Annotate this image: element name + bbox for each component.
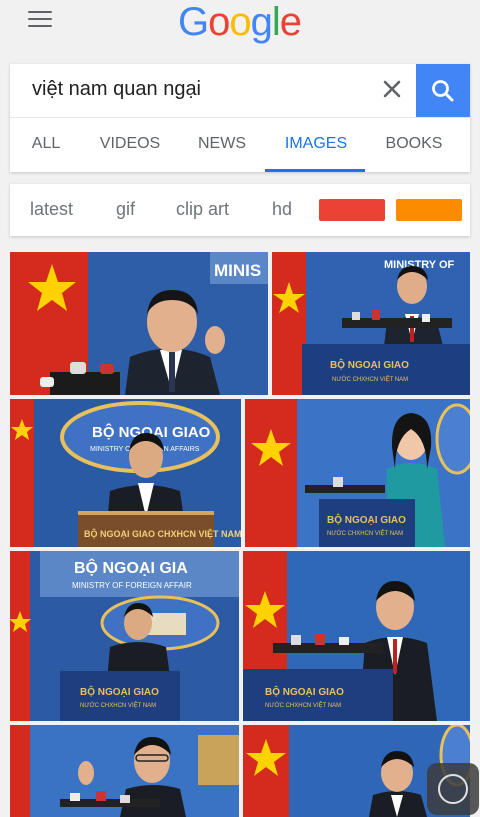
tab-videos[interactable]: VIDEOS	[92, 118, 168, 170]
podium-text: BỘ NGOẠI GIAO CHXHCN VIỆT NAM	[84, 528, 241, 539]
image-result-5[interactable]: BỘ NGOẠI GIA MINISTRY OF FOREIGN AFFAIR …	[10, 551, 239, 721]
google-logo[interactable]: Google	[178, 0, 302, 45]
image-results-grid: MINIS MINISTRY OF BỘ NGOẠI GIAO NƯỚC CHX…	[0, 252, 480, 817]
active-tab-indicator	[265, 169, 365, 172]
backdrop-sign-text: MINIS	[214, 261, 261, 280]
loading-indicator	[427, 763, 479, 815]
backdrop-sign-subtext: MINISTRY OF FOREIGN AFFAIR	[72, 581, 192, 590]
podium-subtext: NƯỚC CHXHCN VIỆT NAM	[327, 529, 403, 537]
search-row: việt nam quan ngại	[10, 64, 470, 117]
loading-spinner-icon	[438, 774, 468, 804]
podium-subtext: NƯỚC CHXHCN VIỆT NAM	[80, 701, 156, 709]
search-card: việt nam quan ngại ALL VIDEOS NEWS IMAGE…	[10, 64, 470, 172]
chip-gif[interactable]: gif	[116, 199, 135, 220]
image-result-1[interactable]: MINIS	[10, 252, 268, 395]
tab-images[interactable]: IMAGES	[272, 118, 360, 170]
color-swatch-red[interactable]	[319, 199, 385, 221]
search-input[interactable]: việt nam quan ngại	[32, 78, 201, 101]
color-swatch-orange[interactable]	[396, 199, 462, 221]
backdrop-sign-text: BỘ NGOẠI GIA	[74, 558, 188, 577]
image-result-6[interactable]: BỘ NGOẠI GIAO NƯỚC CHXHCN VIỆT NAM	[243, 551, 470, 721]
podium-text: BỘ NGOẠI GIAO	[80, 685, 159, 698]
chip-clip-art[interactable]: clip art	[176, 199, 229, 220]
image-result-7[interactable]	[10, 725, 239, 817]
search-button[interactable]	[416, 64, 470, 117]
image-result-4[interactable]: BỘ NGOẠI GIAO NƯỚC CHXHCN VIỆT NAM	[245, 399, 470, 547]
hamburger-menu-icon[interactable]	[28, 11, 52, 29]
chip-hd[interactable]: hd	[272, 199, 292, 220]
podium-subtext: NƯỚC CHXHCN VIỆT NAM	[265, 701, 341, 709]
podium-subtext: NƯỚC CHXHCN VIỆT NAM	[332, 375, 408, 383]
clear-icon[interactable]	[380, 77, 404, 101]
search-tabs: ALL VIDEOS NEWS IMAGES BOOKS	[10, 117, 470, 173]
search-icon	[432, 79, 454, 101]
podium-text: BỘ NGOẠI GIAO	[265, 685, 344, 698]
image-result-2[interactable]: MINISTRY OF BỘ NGOẠI GIAO NƯỚC CHXHCN VI…	[272, 252, 470, 395]
chip-latest[interactable]: latest	[30, 199, 73, 220]
podium-text: BỘ NGOẠI GIAO	[330, 358, 409, 371]
tab-all[interactable]: ALL	[16, 118, 76, 170]
top-bar: Google	[0, 0, 480, 52]
tab-books[interactable]: BOOKS	[382, 118, 446, 170]
image-result-3[interactable]: BỘ NGOẠI GIAO MINISTRY OF FOREIGN AFFAIR…	[10, 399, 241, 547]
tab-news[interactable]: NEWS	[190, 118, 254, 170]
filter-chips-bar: latest gif clip art hd	[10, 184, 470, 236]
podium-text: BỘ NGOẠI GIAO	[327, 513, 406, 526]
